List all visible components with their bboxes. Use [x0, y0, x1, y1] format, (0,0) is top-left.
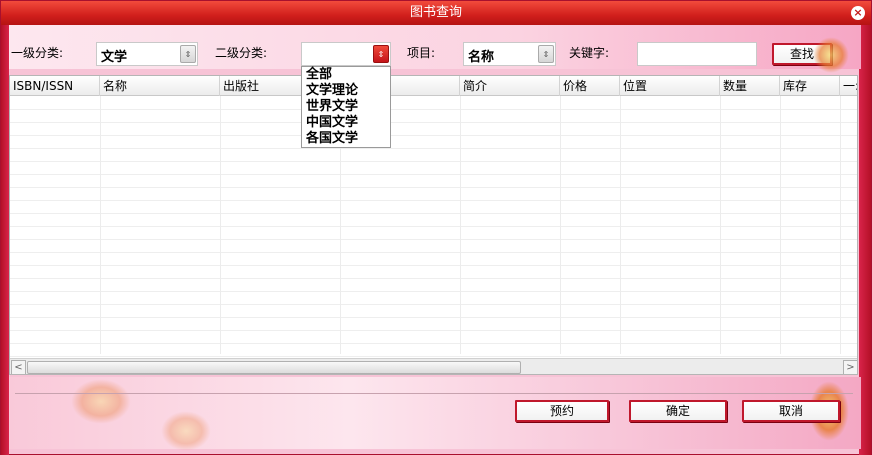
column-divider: [100, 96, 101, 354]
window-title: 图书查询: [409, 5, 462, 20]
table-row[interactable]: [10, 162, 857, 175]
column-divider: [620, 96, 621, 354]
table-row[interactable]: [10, 331, 857, 344]
column-header[interactable]: 数量: [720, 76, 780, 96]
combo-arrow-icon[interactable]: ⇕: [538, 45, 554, 63]
table-row[interactable]: [10, 97, 857, 110]
confirm-button[interactable]: 确定: [629, 400, 727, 422]
table-row[interactable]: [10, 110, 857, 123]
column-divider: [840, 96, 841, 354]
field-value: 名称: [468, 50, 495, 65]
decorative-flower-icon: [71, 379, 131, 424]
table-row[interactable]: [10, 305, 857, 318]
column-header[interactable]: ISBN/ISSN: [10, 76, 100, 96]
column-header[interactable]: 简介: [460, 76, 560, 96]
scroll-right-icon[interactable]: >: [843, 360, 857, 374]
combo-arrow-icon[interactable]: ⇕: [373, 45, 389, 63]
column-divider: [220, 96, 221, 354]
dropdown-option[interactable]: 全部: [302, 67, 390, 83]
level2-label: 二级分类:: [215, 46, 268, 60]
results-table: ISBN/ISSN 名称 出版社 简介 价格 位置 数量 库存 一: < >: [9, 75, 858, 375]
column-divider: [780, 96, 781, 354]
action-panel: [9, 377, 861, 449]
level1-label: 一级分类:: [11, 46, 64, 60]
combo-arrow-icon[interactable]: ⇕: [180, 45, 196, 63]
decorative-flower-icon: [813, 37, 849, 73]
table-row[interactable]: [10, 292, 857, 305]
scroll-left-icon[interactable]: <: [11, 360, 26, 374]
table-row[interactable]: [10, 240, 857, 253]
dropdown-option[interactable]: 各国文学: [302, 131, 390, 147]
horizontal-scrollbar[interactable]: < >: [10, 358, 857, 374]
table-row[interactable]: [10, 318, 857, 331]
column-header[interactable]: 一:: [840, 76, 857, 96]
table-row[interactable]: [10, 175, 857, 188]
book-query-window: 图书查询 × 一级分类: 文学 ⇕ 二级分类: ⇕ 项目: 名称 ⇕ 关键字: …: [0, 0, 872, 455]
table-row[interactable]: [10, 227, 857, 240]
keyword-label: 关键字:: [569, 46, 610, 60]
table-row[interactable]: [10, 266, 857, 279]
table-row[interactable]: [10, 253, 857, 266]
close-icon[interactable]: ×: [851, 6, 865, 20]
dropdown-option[interactable]: 文学理论: [302, 83, 390, 99]
scrollbar-thumb[interactable]: [27, 361, 521, 374]
field-select[interactable]: 名称 ⇕: [463, 42, 556, 66]
frame-left: [1, 25, 9, 455]
decorative-flower-icon: [161, 411, 211, 451]
field-label: 项目:: [407, 46, 436, 60]
column-header[interactable]: 价格: [560, 76, 620, 96]
reserve-button[interactable]: 预约: [515, 400, 609, 422]
level2-dropdown: 全部 文学理论 世界文学 中国文学 各国文学: [301, 66, 391, 148]
level2-select[interactable]: ⇕: [301, 42, 391, 66]
table-row[interactable]: [10, 279, 857, 292]
divider: [15, 393, 853, 394]
column-divider: [720, 96, 721, 354]
table-row[interactable]: [10, 344, 857, 357]
table-row[interactable]: [10, 123, 857, 136]
table-row[interactable]: [10, 149, 857, 162]
dropdown-option[interactable]: 中国文学: [302, 115, 390, 131]
title-bar: 图书查询 ×: [1, 1, 871, 25]
table-row[interactable]: [10, 214, 857, 227]
table-row[interactable]: [10, 188, 857, 201]
column-divider: [460, 96, 461, 354]
table-row[interactable]: [10, 136, 857, 149]
column-divider: [560, 96, 561, 354]
cancel-button[interactable]: 取消: [742, 400, 840, 422]
dropdown-option[interactable]: 世界文学: [302, 99, 390, 115]
level1-value: 文学: [101, 50, 128, 65]
table-row[interactable]: [10, 201, 857, 214]
keyword-input[interactable]: [637, 42, 757, 66]
column-header[interactable]: 名称: [100, 76, 220, 96]
table-header: ISBN/ISSN 名称 出版社 简介 价格 位置 数量 库存 一:: [10, 76, 857, 96]
column-header[interactable]: 库存: [780, 76, 840, 96]
column-header[interactable]: 位置: [620, 76, 720, 96]
level1-select[interactable]: 文学 ⇕: [96, 42, 198, 66]
